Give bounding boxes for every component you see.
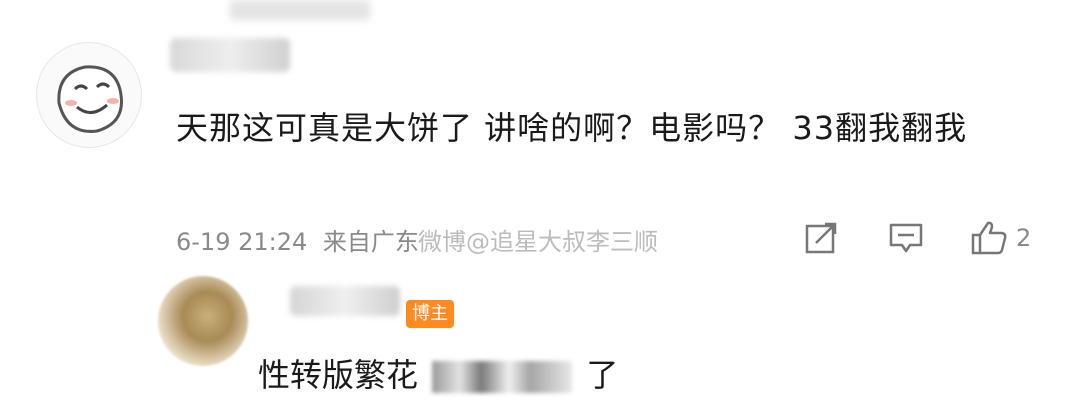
- replier-username-redacted[interactable]: [290, 286, 400, 316]
- comment-icon: [889, 223, 923, 253]
- comment-date: 6-19 21:24: [176, 228, 308, 256]
- like-count: 2: [1016, 224, 1032, 252]
- thumbs-up-icon: [971, 221, 1007, 255]
- watermark-text: 微博@追星大叔李三顺: [418, 228, 658, 256]
- comment-item: 天那这可真是大饼了 讲啥的啊？电影吗？ 33翻我翻我 6-19 21:24 来自…: [0, 0, 1080, 270]
- share-button[interactable]: [804, 220, 838, 256]
- redacted-text: [432, 361, 573, 393]
- replier-avatar[interactable]: [158, 276, 248, 366]
- reply-text: 性转版繁花 了: [258, 352, 618, 398]
- reply-text-start: 性转版繁花: [258, 356, 419, 394]
- comment-text: 天那这可真是大饼了 讲啥的啊？电影吗？ 33翻我翻我: [176, 109, 968, 147]
- like-button[interactable]: 2: [970, 220, 1031, 256]
- comment-meta: 6-19 21:24 来自广东: [176, 222, 419, 257]
- commenter-avatar[interactable]: [36, 42, 142, 148]
- commenter-username-redacted[interactable]: [170, 38, 290, 72]
- reply-text-end: 了: [586, 356, 619, 394]
- comment-source: 来自广东: [322, 228, 419, 256]
- share-icon: [805, 222, 837, 254]
- reply-button[interactable]: [888, 220, 924, 256]
- smiley-face-icon: [57, 65, 123, 133]
- author-badge: 博主: [406, 300, 454, 328]
